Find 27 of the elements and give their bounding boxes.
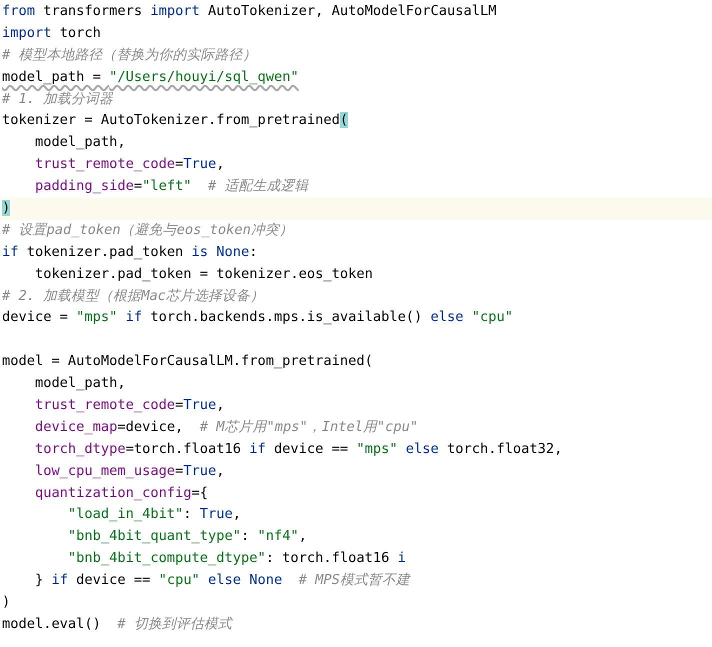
code-line: ) bbox=[1, 593, 12, 612]
code-line: import torch bbox=[1, 24, 102, 43]
code-line: trust_remote_code=True, bbox=[34, 155, 226, 174]
code-line: # 2. 加载模型（根据Mac芯片选择设备） bbox=[1, 286, 265, 306]
code-line: "bnb_4bit_quant_type": "nf4", bbox=[66, 527, 308, 546]
code-line: model_path, bbox=[34, 133, 127, 152]
code-line: torch_dtype=torch.float16 if device == "mps" else torch.float32, bbox=[34, 440, 564, 459]
code-line: model = AutoModelForCausalLM.from_pretrained( bbox=[1, 352, 374, 372]
code-line: from transformers import AutoTokenizer, AutoModelForCausalLM bbox=[1, 2, 498, 21]
code-line: "load_in_4bit": True, bbox=[66, 505, 242, 524]
code-line: if tokenizer.pad_token is None: bbox=[1, 242, 258, 262]
code-line: device = "mps" if torch.backends.mps.is_available() else "cpu" bbox=[1, 308, 514, 328]
code-line: tokenizer = AutoTokenizer.from_pretrained( bbox=[1, 111, 350, 130]
code-line: model.eval() # 切换到评估模式 bbox=[1, 614, 234, 634]
code-line: padding_side="left" # 适配生成逻辑 bbox=[34, 177, 310, 196]
code-line: trust_remote_code=True, bbox=[34, 396, 226, 416]
code-line: # 设置pad_token（避免与eos_token冲突） bbox=[1, 220, 294, 240]
code-line: tokenizer.pad_token = tokenizer.eos_token bbox=[34, 264, 374, 284]
code-line: device_map=device, # M芯片用"mps"，Intel用"cpu" bbox=[34, 418, 420, 437]
code-line: # 1. 加载分词器 bbox=[1, 90, 114, 109]
code-line: low_cpu_mem_usage=True, bbox=[34, 462, 226, 481]
code-line: quantization_config={ bbox=[34, 484, 210, 503]
code-line: # 模型本地路径（替换为你的实际路径） bbox=[1, 46, 258, 65]
code-line: model_path, bbox=[34, 374, 127, 394]
code-line: "bnb_4bit_compute_dtype": torch.float16 i bbox=[66, 549, 407, 568]
code-line: } if device == "cpu" else None # MPS模式暂不建 bbox=[34, 571, 412, 590]
code-line: model_path = "/Users/houyi/sql_qwen" bbox=[1, 68, 300, 87]
